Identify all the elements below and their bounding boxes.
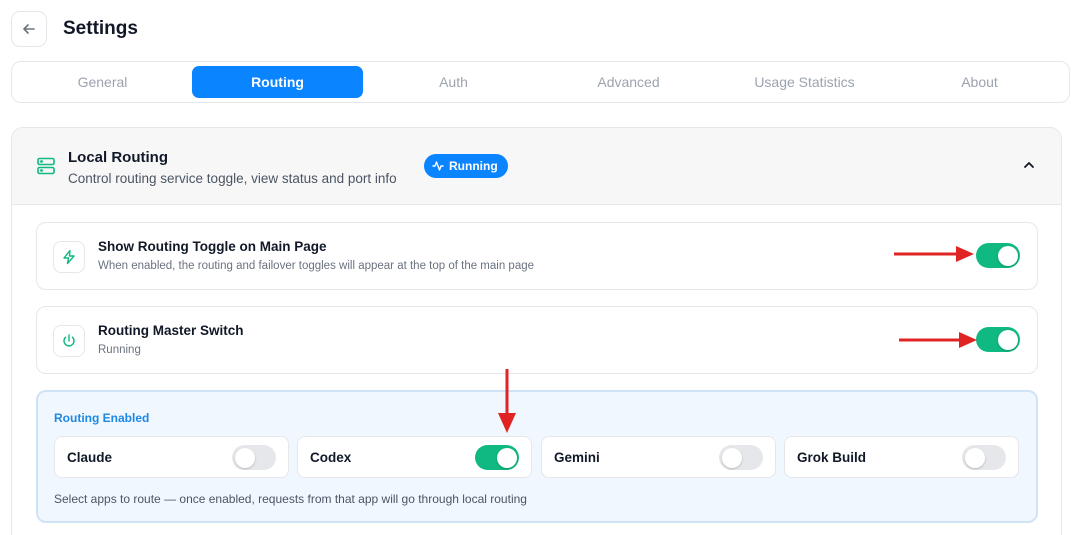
show-routing-toggle-title: Show Routing Toggle on Main Page	[98, 239, 327, 254]
app-claude: Claude	[54, 436, 289, 478]
app-grok-build: Grok Build	[784, 436, 1019, 478]
app-name: Claude	[67, 450, 113, 465]
app-name: Grok Build	[797, 450, 867, 465]
show-routing-toggle-switch[interactable]	[976, 243, 1020, 268]
local-routing-description: Control routing service toggle, view sta…	[68, 171, 397, 186]
local-routing-header[interactable]: Local Routing Control routing service to…	[12, 128, 1061, 205]
back-button[interactable]	[11, 11, 47, 47]
app-gemini: Gemini	[541, 436, 776, 478]
tab-usage-statistics[interactable]: Usage Statistics	[719, 66, 890, 98]
show-routing-toggle-card: Show Routing Toggle on Main Page When en…	[36, 222, 1038, 290]
claude-toggle[interactable]	[232, 445, 276, 470]
annotation-arrow-down-icon	[498, 369, 516, 433]
tab-routing[interactable]: Routing	[192, 66, 363, 98]
annotation-arrow-right-icon	[894, 246, 974, 262]
routing-master-switch-card: Routing Master Switch Running	[36, 306, 1038, 374]
annotation-arrow-right-icon	[899, 332, 977, 348]
tab-about[interactable]: About	[894, 66, 1065, 98]
codex-toggle[interactable]	[475, 445, 519, 470]
settings-tabs: General Routing Auth Advanced Usage Stat…	[11, 61, 1070, 103]
routing-master-switch-toggle[interactable]	[976, 327, 1020, 352]
gemini-toggle[interactable]	[719, 445, 763, 470]
routing-master-switch-status: Running	[98, 344, 141, 356]
grok-build-toggle[interactable]	[962, 445, 1006, 470]
chevron-up-icon[interactable]	[1022, 158, 1036, 177]
app-name: Codex	[310, 450, 352, 465]
tab-advanced[interactable]: Advanced	[543, 66, 714, 98]
power-icon	[53, 325, 85, 357]
tab-auth[interactable]: Auth	[368, 66, 539, 98]
routing-master-switch-title: Routing Master Switch	[98, 323, 244, 338]
server-icon	[36, 156, 56, 181]
status-badge-label: Running	[449, 159, 498, 173]
zap-icon	[53, 241, 85, 273]
tab-general[interactable]: General	[17, 66, 188, 98]
local-routing-title: Local Routing	[68, 149, 168, 166]
status-badge: Running	[424, 154, 508, 178]
routing-enabled-footer: Select apps to route — once enabled, req…	[54, 492, 527, 506]
routing-enabled-label: Routing Enabled	[54, 411, 150, 425]
page-title: Settings	[63, 18, 138, 39]
app-codex: Codex	[297, 436, 532, 478]
show-routing-toggle-subtitle: When enabled, the routing and failover t…	[98, 260, 535, 272]
activity-icon	[432, 161, 444, 171]
arrow-left-icon	[23, 24, 35, 34]
routing-enabled-box: Routing Enabled Claude Codex Gemini Grok…	[36, 390, 1038, 523]
app-name: Gemini	[554, 450, 600, 465]
